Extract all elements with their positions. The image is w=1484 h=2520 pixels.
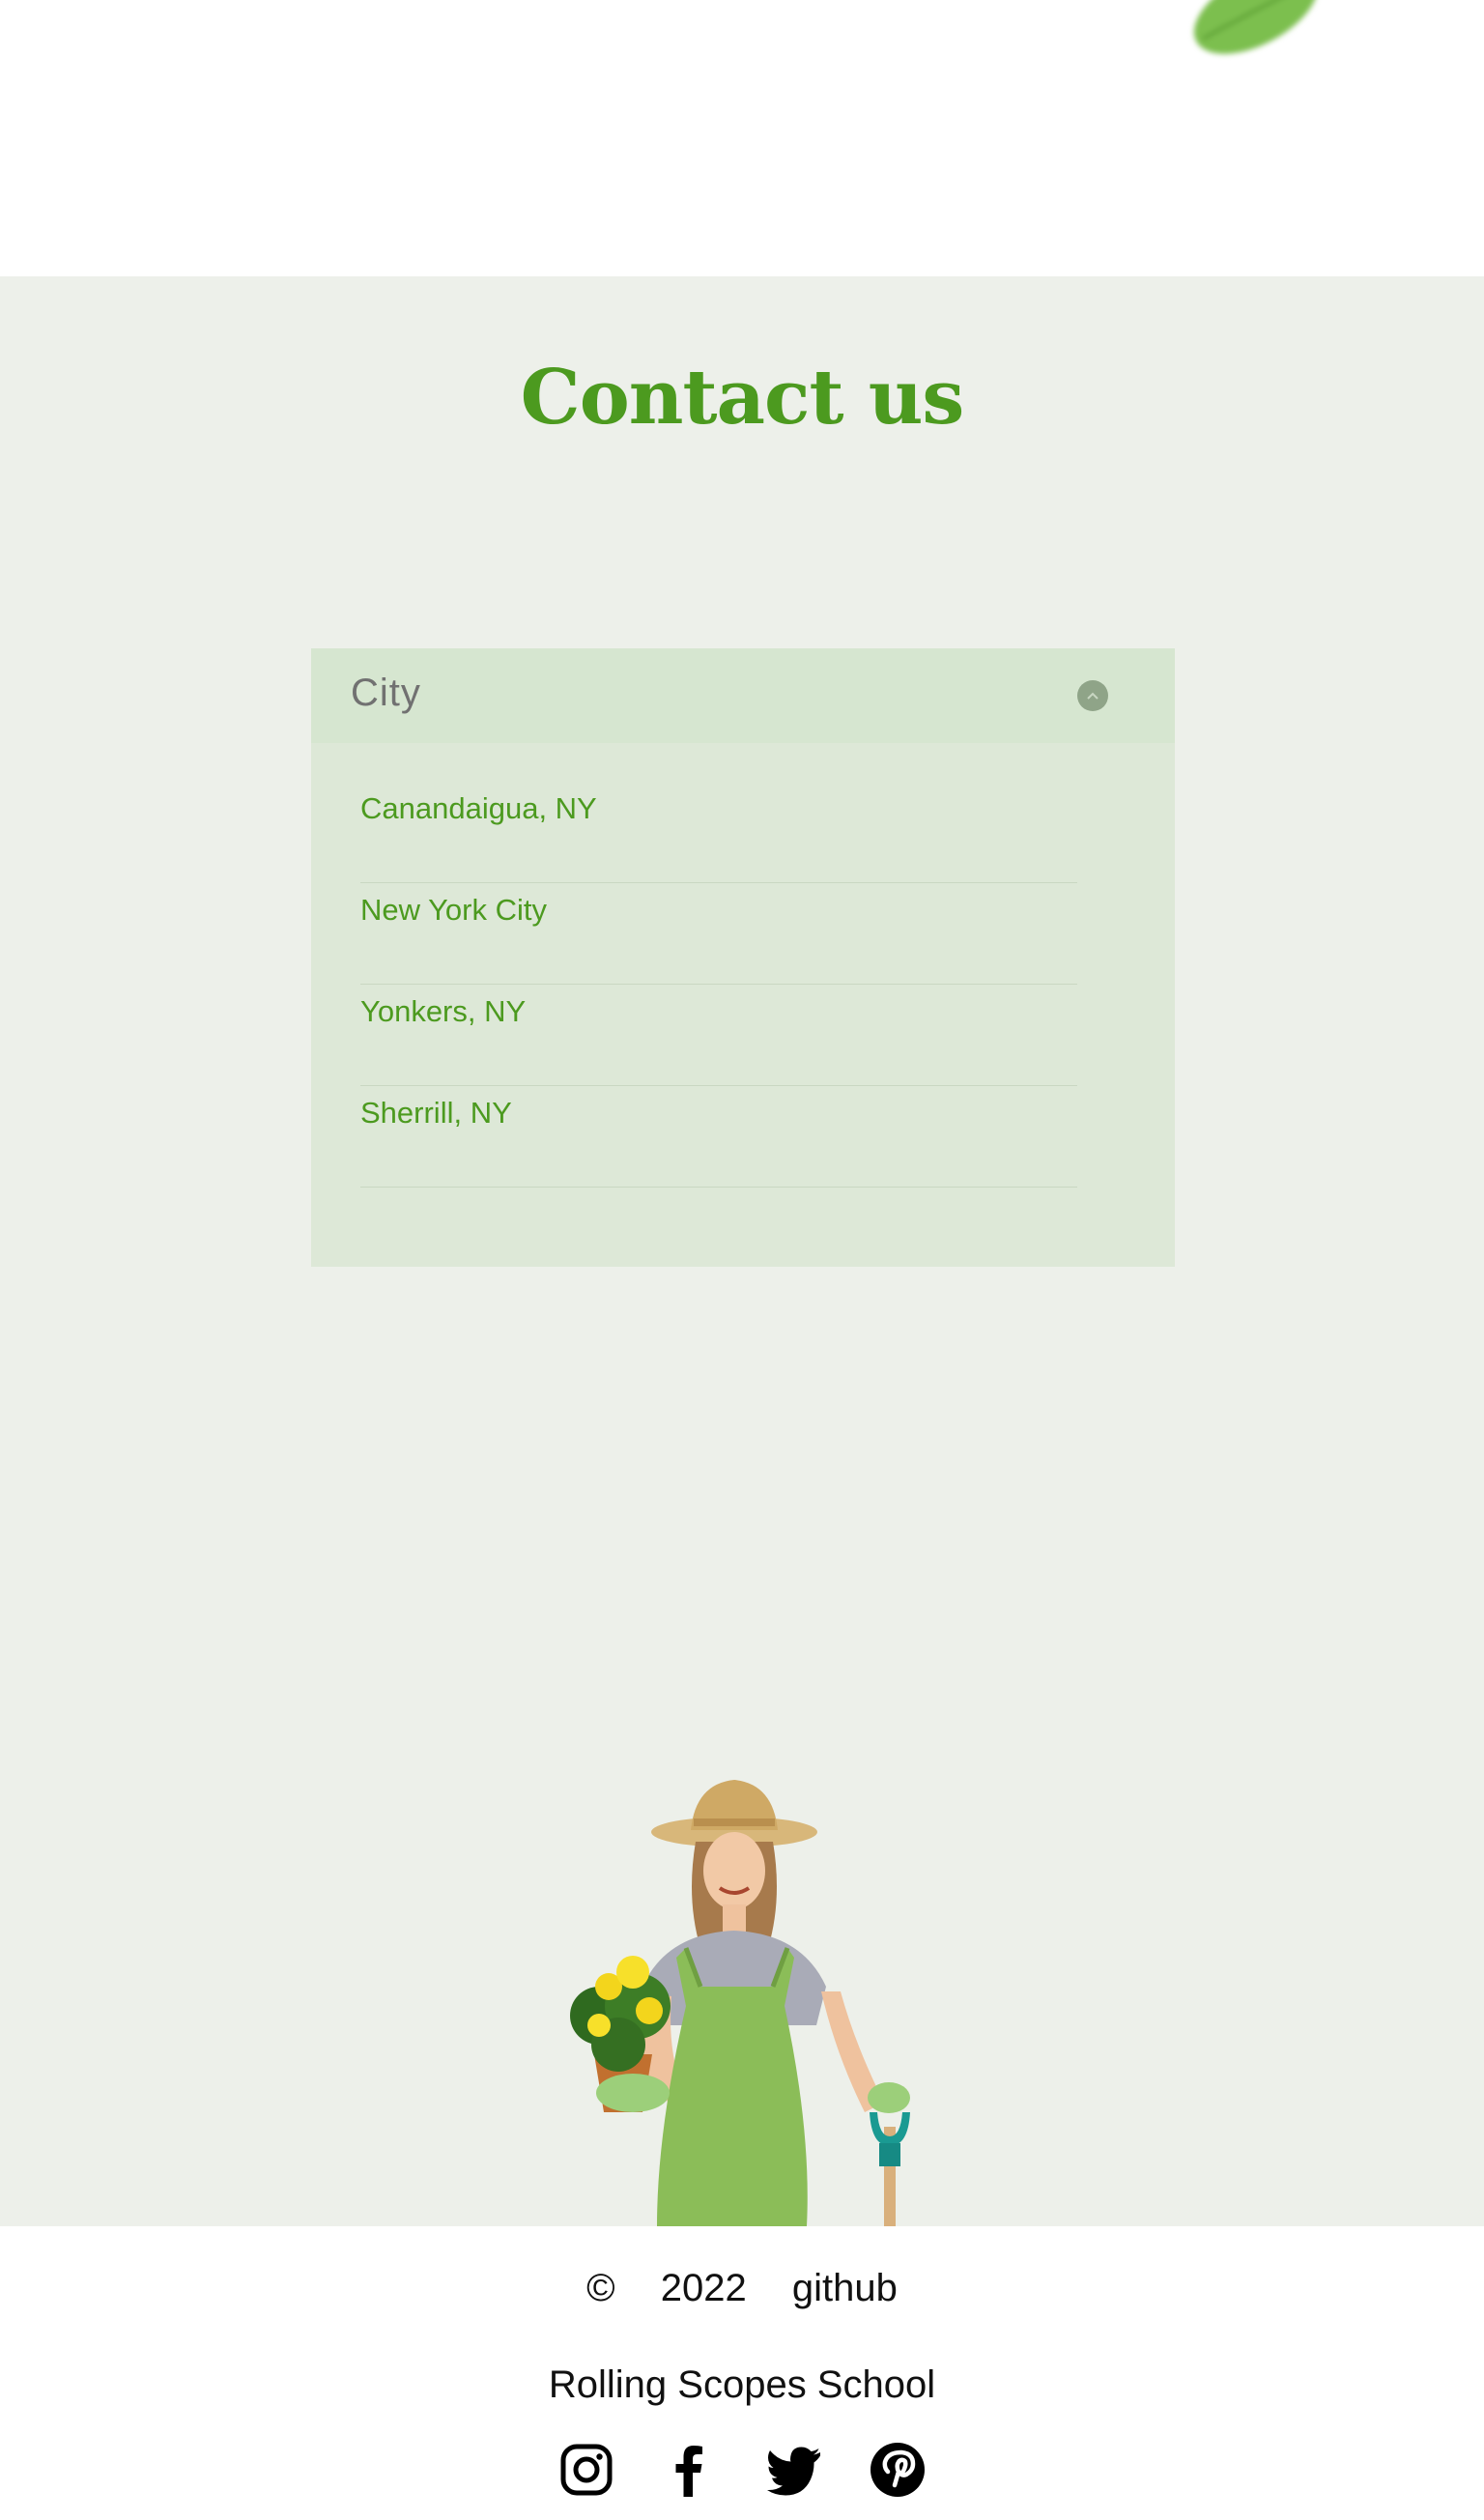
city-option[interactable]: New York City	[360, 883, 1077, 985]
pinterest-icon[interactable]	[869, 2441, 927, 2499]
gardener-illustration	[570, 1780, 910, 2226]
footer-info-row: © 2022 github	[0, 2267, 1484, 2310]
city-dropdown: City Canandaigua, NY New York City Yonke…	[311, 648, 1175, 1267]
top-area	[0, 0, 1484, 276]
footer-year: 2022	[660, 2267, 747, 2309]
city-option[interactable]: Yonkers, NY	[360, 985, 1077, 1086]
contact-section: Contact us City Canandaigua, NY New York…	[0, 276, 1484, 2226]
city-option-label: Canandaigua, NY	[360, 791, 597, 825]
city-option-label: Sherrill, NY	[360, 1096, 512, 1130]
footer-school-name: Rolling Scopes School	[548, 2363, 936, 2406]
city-dropdown-label: City	[351, 672, 421, 714]
social-links	[0, 2441, 1484, 2503]
footer: © 2022 github Rolling Scopes School	[0, 2226, 1484, 2520]
leaf-decoration	[1193, 0, 1319, 54]
copyright-symbol: ©	[586, 2267, 615, 2309]
instagram-icon[interactable]	[557, 2441, 615, 2499]
chevron-up-icon[interactable]	[1077, 680, 1108, 711]
city-dropdown-header[interactable]: City	[311, 648, 1175, 743]
github-link[interactable]: github	[792, 2267, 898, 2309]
city-option[interactable]: Sherrill, NY	[360, 1086, 1077, 1188]
city-option-label: New York City	[360, 893, 547, 927]
city-options-list: Canandaigua, NY New York City Yonkers, N…	[360, 782, 1077, 1188]
facebook-icon[interactable]	[661, 2441, 719, 2499]
city-option-label: Yonkers, NY	[360, 994, 527, 1028]
section-title: Contact us	[520, 354, 965, 442]
twitter-icon[interactable]	[765, 2441, 823, 2499]
city-option[interactable]: Canandaigua, NY	[360, 782, 1077, 883]
